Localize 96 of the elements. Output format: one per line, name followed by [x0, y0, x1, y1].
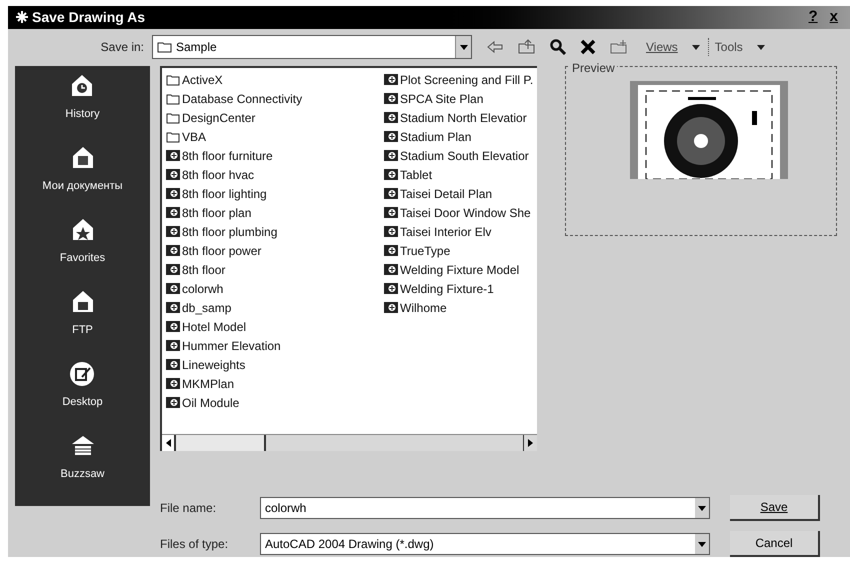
save-button[interactable]: Save [730, 495, 820, 521]
drawing-file-icon [384, 187, 398, 200]
file-item[interactable]: colorwh [162, 279, 380, 298]
file-item[interactable]: Taisei Detail Plan [380, 184, 537, 203]
file-item[interactable]: Hummer Elevation [162, 336, 380, 355]
file-item[interactable]: SPCA Site Plan [380, 89, 537, 108]
tools-menu-button[interactable]: Tools [714, 38, 765, 56]
delete-icon[interactable] [580, 39, 596, 56]
views-menu-button[interactable]: Views [646, 38, 709, 56]
places-item[interactable]: Buzzsaw [60, 432, 105, 504]
file-item[interactable]: Database Connectivity [162, 89, 380, 108]
file-item[interactable]: Stadium Plan [380, 127, 537, 146]
help-button[interactable]: ? [804, 6, 822, 28]
drawing-file-icon [384, 206, 398, 219]
drawing-file-icon [384, 225, 398, 238]
back-icon[interactable] [486, 39, 504, 56]
folder-icon [166, 74, 180, 86]
folder-icon [166, 92, 180, 104]
file-item[interactable]: 8th floor power [162, 241, 380, 260]
drawing-file-icon [166, 377, 180, 390]
cancel-button[interactable]: Cancel [730, 531, 820, 557]
drawing-file-icon [384, 244, 398, 257]
up-folder-icon[interactable] [518, 39, 536, 56]
drawing-file-icon [166, 320, 180, 333]
file-item[interactable]: Wilhome [380, 298, 537, 317]
file-item[interactable]: Plot Screening and Fill P. [380, 70, 537, 89]
folder-icon [166, 130, 180, 142]
file-item[interactable]: Welding Fixture-1 [380, 279, 537, 298]
file-item[interactable]: db_samp [162, 298, 380, 317]
file-item[interactable]: Stadium North Elevatior [380, 108, 537, 127]
drawing-file-icon [166, 244, 180, 257]
file-type-label: Files of type: [160, 536, 230, 553]
drawing-file-icon [166, 206, 180, 219]
drawing-file-icon [384, 168, 398, 181]
drawing-file-icon [166, 187, 180, 200]
drawing-file-icon [384, 263, 398, 276]
file-item[interactable]: 8th floor hvac [162, 165, 380, 184]
drawing-file-icon [384, 130, 398, 143]
places-item[interactable]: Мои документы [42, 144, 123, 216]
drawing-file-icon [166, 396, 180, 409]
file-item[interactable]: ActiveX [162, 70, 380, 89]
file-item[interactable]: Oil Module [162, 393, 380, 412]
file-item[interactable]: 8th floor [162, 260, 380, 279]
file-item[interactable]: Lineweights [162, 355, 380, 374]
close-button[interactable]: x [826, 6, 842, 28]
file-name-label: File name: [160, 500, 218, 517]
drawing-file-icon [166, 358, 180, 371]
caret-icon [692, 44, 700, 50]
search-icon[interactable] [550, 39, 566, 56]
new-folder-icon[interactable] [610, 39, 628, 56]
places-item[interactable]: Favorites [60, 216, 106, 288]
drawing-file-icon [166, 225, 180, 238]
file-item[interactable]: 8th floor furniture [162, 146, 380, 165]
file-item[interactable]: Taisei Door Window She [380, 203, 537, 222]
file-type-dropdown[interactable]: AutoCAD 2004 Drawing (*.dwg) [260, 533, 710, 555]
horizontal-scrollbar[interactable] [162, 434, 537, 451]
file-item[interactable]: Tablet [380, 165, 537, 184]
folder-icon [157, 41, 172, 54]
places-item[interactable]: Desktop [62, 360, 103, 432]
folder-icon [166, 112, 180, 124]
file-item[interactable]: Taisei Interior Elv [380, 222, 537, 241]
caret-icon [756, 44, 765, 50]
file-item[interactable]: VBA [162, 127, 380, 146]
file-item[interactable]: 8th floor plumbing [162, 222, 380, 241]
drawing-file-icon [166, 282, 180, 295]
save-in-dropdown[interactable]: Sample [152, 35, 472, 60]
drawing-file-icon [166, 149, 180, 162]
file-item[interactable]: TrueType [380, 241, 537, 260]
drawing-file-icon [384, 282, 398, 295]
places-item[interactable]: History [65, 72, 100, 144]
drawing-file-icon [384, 301, 398, 314]
file-name-value: colorwh [265, 500, 308, 517]
file-item[interactable]: Hotel Model [162, 317, 380, 336]
drawing-file-icon [384, 149, 398, 162]
drawing-file-icon [166, 263, 180, 276]
place-icon [68, 360, 96, 388]
file-name-field[interactable]: colorwh [260, 497, 710, 519]
file-type-value: AutoCAD 2004 Drawing (*.dwg) [265, 536, 435, 553]
drawing-file-icon [166, 301, 180, 314]
app-icon [16, 11, 28, 24]
window-title: Save Drawing As [32, 8, 146, 27]
file-item[interactable]: 8th floor plan [162, 203, 380, 222]
file-item[interactable]: DesignCenter [162, 108, 380, 127]
places-item[interactable]: FTP [68, 288, 96, 360]
drawing-file-icon [384, 73, 398, 86]
drawing-file-icon [384, 111, 398, 124]
save-in-label: Save in: [100, 39, 145, 56]
file-item[interactable]: Welding Fixture Model [380, 260, 537, 279]
save-in-value: Sample [176, 39, 218, 56]
drawing-file-icon [166, 339, 180, 352]
file-item[interactable]: MKMPlan [162, 374, 380, 393]
drawing-file-icon [384, 92, 398, 105]
file-item[interactable]: Stadium South Elevatior [380, 146, 537, 165]
file-item[interactable]: 8th floor lighting [162, 184, 380, 203]
drawing-file-icon [166, 168, 180, 181]
scroll-thumb[interactable] [176, 435, 266, 451]
